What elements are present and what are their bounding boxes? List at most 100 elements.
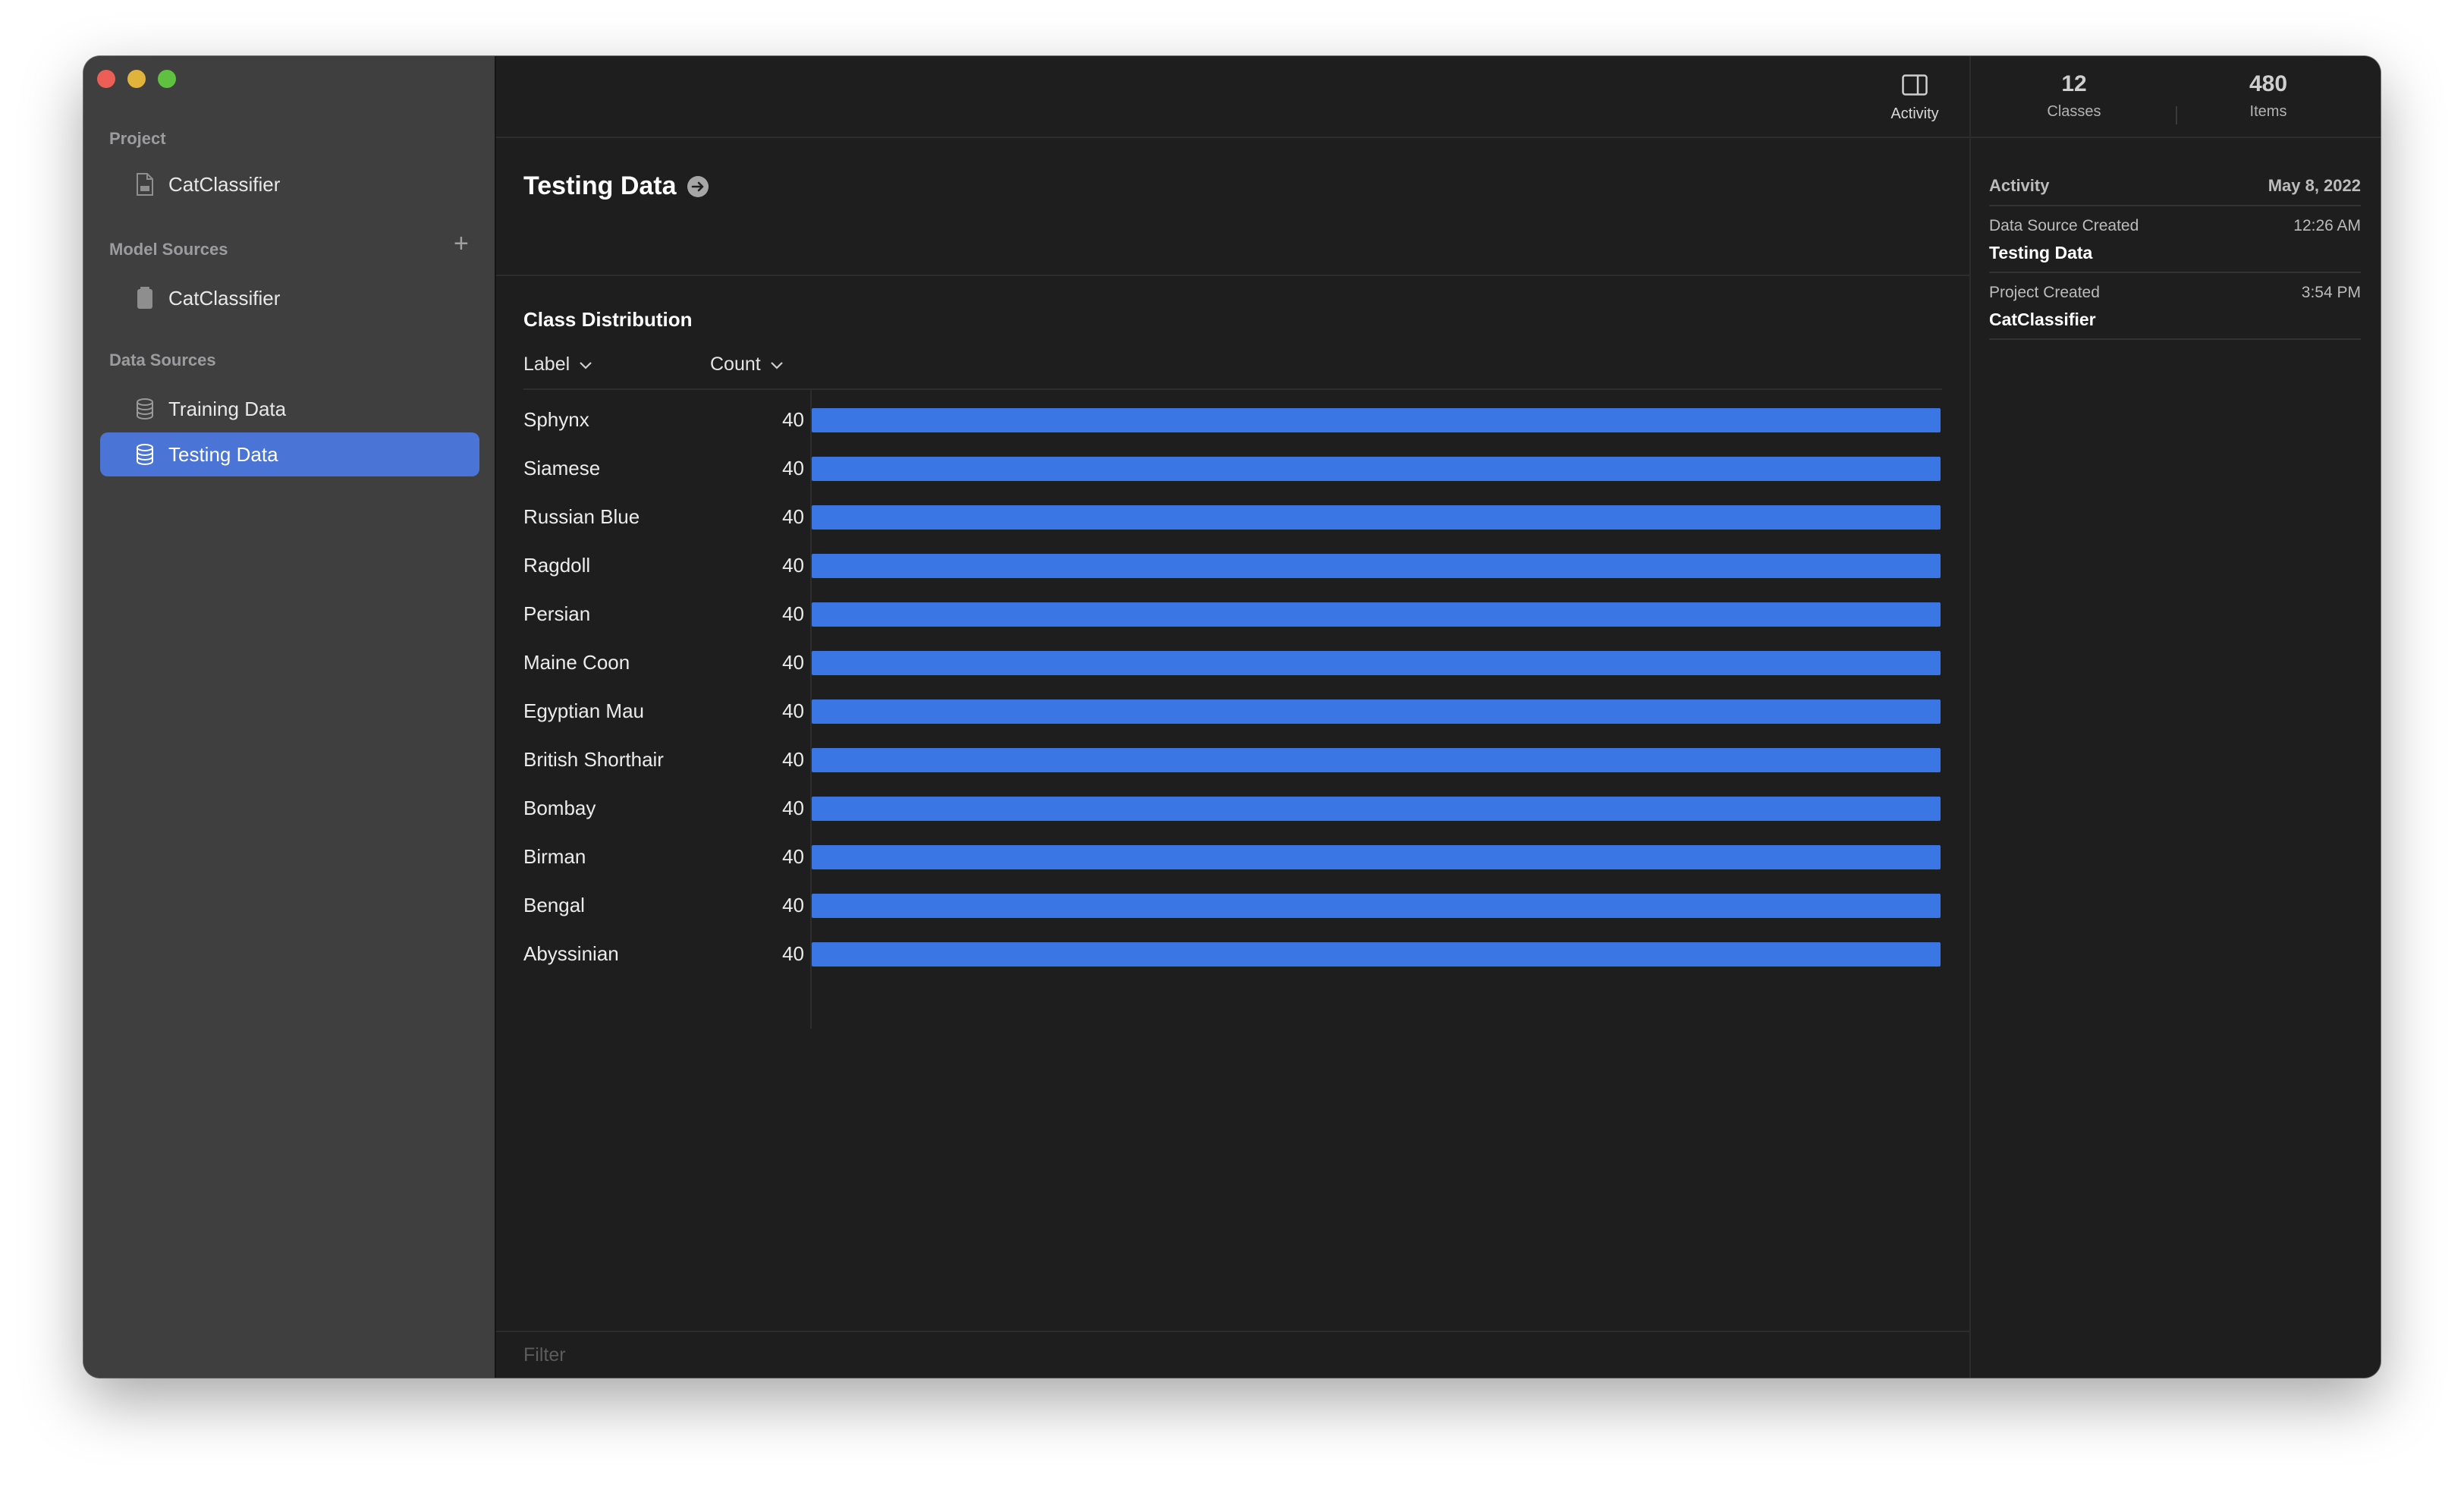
row-label: Bombay — [523, 797, 596, 819]
filter-bar[interactable]: Filter — [496, 1331, 1969, 1378]
count-bar — [812, 845, 1941, 869]
activity-title: Activity — [1989, 176, 2050, 195]
table-row[interactable]: Bombay 40 — [523, 784, 1942, 833]
toolbar: Activity — [496, 56, 1969, 138]
row-label: Birman — [523, 845, 586, 868]
sidebar-item-label: Testing Data — [168, 442, 278, 466]
filter-input[interactable]: Filter — [523, 1344, 566, 1366]
row-count: 40 — [782, 554, 804, 577]
row-label: Siamese — [523, 457, 601, 479]
activity-button-label: Activity — [1890, 105, 1939, 122]
table-row[interactable]: British Shorthair 40 — [523, 736, 1942, 784]
count-bar — [812, 651, 1941, 675]
items-caption: Items — [2249, 103, 2287, 120]
row-label: Bengal — [523, 894, 585, 916]
count-bar — [812, 748, 1941, 772]
project-section-title: Project — [109, 129, 166, 148]
stats-bar: 12 Classes 480 Items — [1971, 56, 2381, 138]
activity-entry-name: CatClassifier — [1989, 310, 2096, 329]
items-stat: 480 Items — [2192, 71, 2344, 121]
count-bar — [812, 457, 1941, 481]
page-title-text: Testing Data — [523, 171, 677, 200]
activity-toggle-button[interactable]: Activity — [1877, 74, 1953, 123]
minimize-window-button[interactable] — [127, 70, 146, 88]
activity-divider — [1989, 205, 2361, 206]
model-icon — [134, 285, 156, 311]
table-row[interactable]: Sphynx 40 — [523, 396, 1942, 445]
activity-entry: Project Created 3:54 PM CatClassifier — [1989, 284, 2361, 330]
activity-time: 3:54 PM — [2301, 284, 2361, 301]
classes-stat: 12 Classes — [1998, 71, 2150, 121]
zoom-window-button[interactable] — [158, 70, 176, 88]
class-distribution-title: Class Distribution — [523, 308, 693, 331]
row-count: 40 — [782, 748, 804, 771]
count-bar — [812, 942, 1941, 967]
database-icon — [134, 442, 156, 467]
row-count: 40 — [782, 942, 804, 965]
row-label: Egyptian Mau — [523, 699, 644, 722]
classes-count: 12 — [2061, 71, 2087, 96]
count-column-text: Count — [710, 354, 761, 375]
page-title: Testing Data — [523, 171, 709, 201]
count-bar — [812, 554, 1941, 578]
count-bar — [812, 797, 1941, 821]
main-content: Activity Testing Data Class Distribution… — [496, 56, 1969, 1378]
data-sources-section-title: Data Sources — [109, 350, 216, 369]
count-bar — [812, 408, 1941, 432]
sidebar-item-testing-data[interactable]: Testing Data — [100, 432, 479, 476]
row-count: 40 — [782, 699, 804, 722]
count-bar — [812, 505, 1941, 530]
document-icon — [134, 171, 156, 197]
table-row[interactable]: Maine Coon 40 — [523, 639, 1942, 687]
row-label: Abyssinian — [523, 942, 619, 965]
app-window: Project CatClassifier Model Sources + Ca… — [83, 56, 2381, 1378]
arrow-right-circle-icon[interactable] — [687, 175, 709, 197]
activity-divider — [1989, 272, 2361, 273]
sidebar-item-project[interactable]: CatClassifier — [100, 162, 479, 206]
row-count: 40 — [782, 457, 804, 479]
sidebar-item-label: CatClassifier — [168, 172, 281, 196]
stats-separator — [2176, 106, 2177, 124]
label-column-header[interactable]: Label — [523, 354, 592, 376]
activity-entry-name: Testing Data — [1989, 243, 2093, 262]
row-count: 40 — [782, 505, 804, 528]
table-row[interactable]: Egyptian Mau 40 — [523, 687, 1942, 736]
sidebar: Project CatClassifier Model Sources + Ca… — [83, 56, 496, 1378]
table-row[interactable]: Birman 40 — [523, 833, 1942, 882]
activity-event: Project Created — [1989, 284, 2100, 301]
table-row[interactable]: Abyssinian 40 — [523, 930, 1942, 979]
row-count: 40 — [782, 408, 804, 431]
sidebar-item-model[interactable]: CatClassifier — [100, 276, 479, 320]
row-label: British Shorthair — [523, 748, 664, 771]
row-count: 40 — [782, 845, 804, 868]
chevron-down-icon — [770, 354, 784, 376]
items-count: 480 — [2249, 71, 2288, 96]
table-row[interactable]: Russian Blue 40 — [523, 493, 1942, 542]
activity-divider — [1989, 338, 2361, 340]
activity-event: Data Source Created — [1989, 217, 2139, 234]
activity-header: Activity May 8, 2022 — [1989, 176, 2361, 196]
row-label: Maine Coon — [523, 651, 630, 674]
row-count: 40 — [782, 894, 804, 916]
count-bar — [812, 894, 1941, 918]
model-sources-section-title: Model Sources — [109, 240, 228, 259]
table-row[interactable]: Persian 40 — [523, 590, 1942, 639]
table-row[interactable]: Ragdoll 40 — [523, 542, 1942, 590]
row-count: 40 — [782, 651, 804, 674]
row-count: 40 — [782, 602, 804, 625]
activity-entry: Data Source Created 12:26 AM Testing Dat… — [1989, 217, 2361, 263]
count-column-header[interactable]: Count — [710, 354, 784, 376]
header-divider — [523, 388, 1942, 390]
database-icon — [134, 396, 156, 422]
row-count: 40 — [782, 797, 804, 819]
table-row[interactable]: Bengal 40 — [523, 882, 1942, 930]
activity-panel: 12 Classes 480 Items Activity May 8, 202… — [1969, 56, 2381, 1378]
add-model-source-button[interactable]: + — [454, 231, 469, 256]
row-label: Sphynx — [523, 408, 589, 431]
table-row[interactable]: Siamese 40 — [523, 445, 1942, 493]
row-label: Ragdoll — [523, 554, 591, 577]
close-window-button[interactable] — [97, 70, 115, 88]
sidebar-item-training-data[interactable]: Training Data — [100, 387, 479, 431]
classes-caption: Classes — [2047, 103, 2101, 120]
row-label: Russian Blue — [523, 505, 640, 528]
